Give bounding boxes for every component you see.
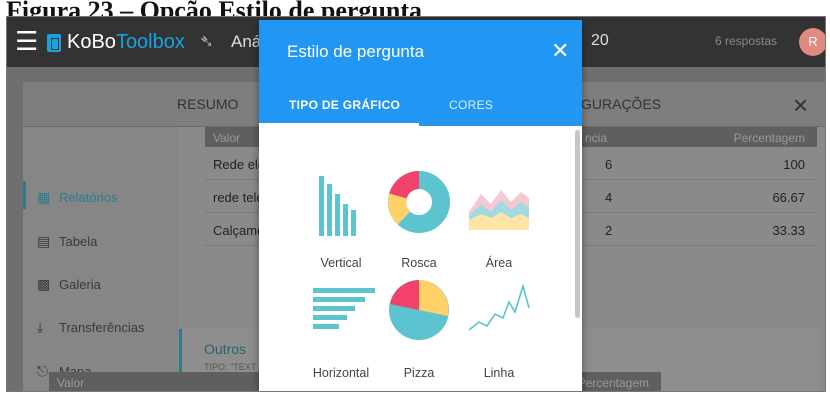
figure-caption: Figura 23 – Opção Estilo de pergunta [6, 0, 423, 16]
table-icon: ▤ [37, 233, 51, 249]
sidebar-item-label: Tabela [59, 234, 98, 249]
column-header-valor: Valor [213, 131, 241, 145]
close-icon[interactable]: × [793, 90, 808, 121]
donut-chart-icon [388, 171, 450, 233]
modal-title: Estilo de pergunta [287, 42, 425, 61]
chart-option-linha[interactable]: Linha [459, 278, 539, 386]
tab-cores[interactable]: CORES [449, 98, 493, 112]
column-header-valor: Valor [57, 376, 85, 390]
cell-percentagem: 66.67 [772, 190, 805, 205]
question-type: TIPO: "TEXT [204, 362, 257, 372]
sidebar-item-transferencias[interactable]: ⤓ Transferências [37, 319, 145, 336]
cell-frequencia: 6 [605, 157, 613, 172]
cell-frequencia: 2 [605, 223, 613, 238]
chart-option-horizontal[interactable]: Horizontal [301, 278, 381, 386]
cell-valor: Rede elé [213, 157, 266, 172]
kobotoolbox-logo[interactable]: KoBo Toolbox [47, 31, 185, 54]
active-tab-indicator [259, 123, 419, 126]
chart-option-label: Horizontal [312, 366, 370, 380]
logo-text-toolbox: Toolbox [115, 31, 185, 53]
sidebar-item-label: Transferências [59, 320, 145, 335]
chart-option-vertical[interactable]: Vertical [301, 168, 381, 276]
vertical-bar-chart-icon [319, 176, 356, 236]
app-window: ☰ KoBo Toolbox ➴ Aná 20 6 respostas R RE… [6, 16, 826, 392]
gallery-icon: ▩ [37, 276, 51, 292]
column-header-percentagem: Percentagem [577, 376, 649, 390]
sidebar-item-tabela[interactable]: ▤ Tabela [37, 233, 97, 250]
column-header-frequencia: ncia [585, 131, 608, 145]
avatar[interactable]: R [799, 28, 825, 56]
question-title: Outros [204, 341, 247, 357]
close-icon[interactable]: ✕ [551, 38, 569, 64]
tab-resumo[interactable]: RESUMO [177, 96, 238, 112]
active-indicator [23, 181, 26, 209]
tab-configuracoes[interactable]: GURAÇÕES [581, 96, 661, 112]
sidebar-item-relatorios[interactable]: ▦ Relatórios [37, 189, 118, 206]
chart-option-label: Pizza [403, 366, 435, 380]
rocket-icon: ➴ [199, 31, 215, 51]
logo-text-kobo: KoBo [67, 31, 116, 53]
sidebar: ▦ Relatórios ▤ Tabela ▩ Galeria ⤓ Transf… [23, 127, 178, 391]
modal-header: Estilo de pergunta ✕ TIPO DE GRÁFICO COR… [259, 20, 582, 126]
hamburger-menu-icon[interactable]: ☰ [15, 28, 38, 54]
line-chart-icon [468, 283, 530, 331]
chart-option-label: Linha [483, 366, 515, 380]
horizontal-bar-chart-icon [313, 288, 375, 329]
logo-box-icon [47, 33, 61, 52]
tab-tipo-de-grafico[interactable]: TIPO DE GRÁFICO [289, 98, 400, 112]
chart-option-label: Área [485, 256, 513, 270]
sidebar-item-label: Relatórios [59, 190, 118, 205]
area-chart-icon [469, 190, 529, 230]
cell-valor: rede tele [213, 190, 264, 205]
reports-icon: ▦ [37, 189, 51, 205]
modal-scrollbar[interactable] [575, 130, 580, 318]
project-title-suffix: 20 [591, 32, 609, 49]
column-header-percentagem: Percentagem [733, 131, 805, 145]
responses-count: 6 respostas [715, 34, 778, 48]
download-icon: ⤓ [37, 319, 44, 335]
chart-option-pizza[interactable]: Pizza [379, 278, 459, 386]
cell-percentagem: 100 [783, 157, 805, 172]
pie-chart-icon [389, 280, 449, 340]
sidebar-item-label: Galeria [59, 277, 101, 292]
project-title: Aná [231, 32, 262, 51]
cell-valor: Calçame [213, 223, 265, 238]
cell-frequencia: 4 [605, 190, 613, 205]
chart-option-label: Rosca [401, 256, 437, 270]
chart-option-label: Vertical [320, 256, 362, 270]
chart-option-area[interactable]: Área [459, 168, 539, 276]
chart-option-rosca[interactable]: Rosca [379, 168, 459, 276]
chart-style-modal: Estilo de pergunta ✕ TIPO DE GRÁFICO COR… [259, 20, 582, 391]
cell-percentagem: 33.33 [772, 223, 805, 238]
sidebar-item-galeria[interactable]: ▩ Galeria [37, 276, 101, 293]
